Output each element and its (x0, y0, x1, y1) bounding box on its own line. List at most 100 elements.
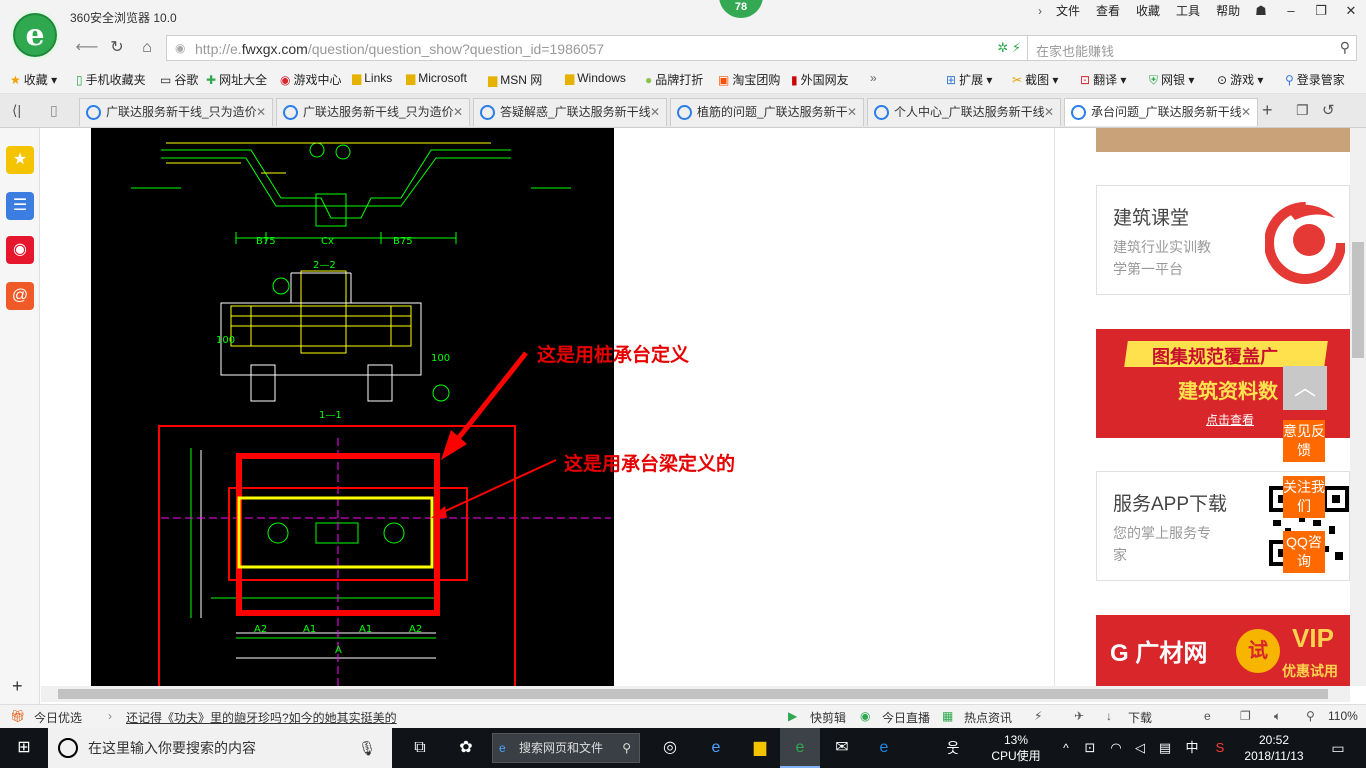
fav-mobile[interactable]: ▯ 手机收藏夹 (76, 71, 146, 88)
browser-logo[interactable]: e (10, 10, 60, 60)
windows-start-icon[interactable]: ⊞ (0, 728, 48, 768)
window-icon[interactable]: ❐ (1240, 709, 1251, 723)
address-bar[interactable]: ◉ http://e.fwxgx.com/question/question_s… (166, 35, 1028, 61)
news-icon[interactable]: ☰ (6, 192, 34, 220)
course-card[interactable]: 建筑课堂 建筑行业实训教 学第一平台 (1096, 185, 1350, 295)
menu-view[interactable]: 查看 (1088, 4, 1128, 18)
back-arrow-icon[interactable]: ⟵ (74, 37, 100, 59)
url-text[interactable]: http://e.fwxgx.com/question/question_sho… (195, 41, 604, 57)
sogou-icon[interactable]: S (1208, 728, 1232, 768)
notification-center-icon[interactable]: ▭ (1318, 728, 1358, 768)
top-banner-partial[interactable] (1096, 128, 1350, 152)
news-label[interactable]: 今日优选 (34, 709, 82, 726)
fav-sites[interactable]: ✚ 网址大全 (206, 71, 267, 88)
favorites-star-icon[interactable]: ★ (6, 146, 34, 174)
tab-2[interactable]: 广联达服务新干线_只为造价 ✕ (276, 98, 470, 126)
fav-google[interactable]: ▭ 谷歌 (160, 71, 198, 88)
fav-foreign[interactable]: ▮ 外国网友 (791, 71, 849, 88)
restore-button[interactable]: ❐ (1306, 0, 1336, 24)
zoom-level[interactable]: 110% (1328, 709, 1358, 723)
browser-360-icon[interactable]: ◎ (650, 728, 690, 768)
accelerate-icon[interactable]: ⚡ (1034, 709, 1042, 723)
menu-tools[interactable]: 工具 (1168, 4, 1208, 18)
ie-mode-icon[interactable]: e (1204, 709, 1211, 723)
tool-screenshot[interactable]: ✂ 截图 ▾ (1012, 71, 1058, 88)
zoom-icon[interactable]: ⚲ (1306, 709, 1315, 723)
people-icon[interactable]: 웃 (936, 728, 970, 768)
close-icon[interactable]: ✕ (1241, 99, 1251, 125)
close-icon[interactable]: ✕ (453, 99, 463, 125)
refresh-icon[interactable]: ↻ (104, 37, 130, 59)
fav-taobao[interactable]: ▣ 淘宝团购 (718, 71, 780, 88)
tab-3[interactable]: 答疑解惑_广联达服务新干线 ✕ (473, 98, 667, 126)
menu-file[interactable]: 文件 (1048, 4, 1088, 18)
minimize-button[interactable]: – (1276, 0, 1306, 24)
tab-scroll-left-icon[interactable]: ⟨| (12, 102, 21, 119)
vertical-scrollbar[interactable] (1350, 128, 1366, 686)
internet-explorer-icon[interactable]: e (696, 728, 736, 768)
close-icon[interactable]: ✕ (847, 99, 857, 125)
pinwheel-icon[interactable]: ✿ (446, 728, 486, 768)
web-search-box[interactable]: e 搜索网页和文件 ⚲ (492, 733, 640, 763)
chevron-up-icon[interactable]: ^ (1056, 728, 1076, 768)
home-icon[interactable]: ⌂ (134, 37, 160, 59)
banner-link[interactable]: 点击查看 (1206, 411, 1254, 428)
fav-links[interactable]: ▆ Links (352, 71, 392, 85)
horizontal-scroll-thumb[interactable] (58, 689, 1328, 699)
wifi-icon[interactable]: ◠ (1104, 728, 1128, 768)
add-sidebar-icon[interactable]: + (12, 676, 23, 697)
menu-favorites[interactable]: 收藏 (1128, 4, 1168, 18)
quick-edit[interactable]: 快剪辑 (810, 709, 846, 726)
taskbar-search-input[interactable]: 在这里输入你要搜索的内容 🎙︎ (48, 728, 392, 768)
volume-icon[interactable]: 🔈︎ (1274, 709, 1281, 724)
new-tab-button[interactable]: + (1262, 100, 1273, 121)
back-to-top-button[interactable]: ︿ (1283, 366, 1327, 410)
tab-1[interactable]: 广联达服务新干线_只为造价 ✕ (79, 98, 273, 126)
vertical-scroll-thumb[interactable] (1352, 242, 1364, 358)
tool-translate[interactable]: ⊡ 翻译 ▾ (1080, 71, 1126, 88)
tool-login[interactable]: ⚲ 登录管家 (1285, 71, 1345, 88)
fav-msn[interactable]: ▆ MSN 网 (488, 71, 542, 88)
hot-news[interactable]: 热点资讯 (964, 709, 1012, 726)
security-shield-icon[interactable]: ✲ ⚡ (997, 40, 1021, 56)
qq-consult-button[interactable]: QQ咨询 (1283, 531, 1325, 573)
tab-4[interactable]: 植筋的问题_广联达服务新干 ✕ (670, 98, 864, 126)
search-input[interactable]: 在家也能赚钱 ⚲ (1027, 35, 1357, 61)
tab-6-active[interactable]: 承台问题_广联达服务新干线 ✕ (1064, 98, 1258, 126)
keyboard-icon[interactable]: ▤ (1152, 728, 1178, 768)
edge-icon[interactable]: e (864, 728, 904, 768)
weibo-icon[interactable]: ◉ (6, 236, 34, 264)
mail-envelope-icon[interactable]: ✉ (822, 728, 862, 768)
chevron-right-icon[interactable]: › (108, 709, 112, 723)
close-icon[interactable]: ✕ (1044, 99, 1054, 125)
notification-badge[interactable]: 78 (719, 0, 763, 18)
browser-360-active-icon[interactable]: e (780, 728, 820, 768)
tab-list-icon[interactable]: ❐ (1296, 102, 1309, 119)
fav-games[interactable]: ◉ 游戏中心 (280, 71, 342, 88)
fav-windows[interactable]: ▆ Windows (565, 71, 626, 85)
more-icon[interactable]: » (870, 71, 877, 85)
follow-us-button[interactable]: 关注我们 (1283, 476, 1325, 518)
tool-games[interactable]: ⊙ 游戏 ▾ (1217, 71, 1263, 88)
close-icon[interactable]: ✕ (650, 99, 660, 125)
file-explorer-icon[interactable]: ▆ (740, 728, 780, 768)
search-icon[interactable]: ⚲ (622, 734, 631, 762)
cpu-usage[interactable]: 13% CPU使用 (986, 732, 1046, 764)
fav-star[interactable]: ★ 收藏 ▾ (10, 71, 57, 88)
gldjc-banner[interactable]: G 广材网 试 VIP 优惠试用 (1096, 615, 1350, 686)
tool-bank[interactable]: ⛨ 网银 ▾ (1149, 71, 1194, 88)
tool-extensions[interactable]: ⊞ 扩展 ▾ (946, 71, 992, 88)
feedback-button[interactable]: 意见反馈 (1283, 420, 1325, 462)
network-icon[interactable]: ⊡ (1078, 728, 1102, 768)
menu-help[interactable]: 帮助 (1208, 4, 1248, 18)
ime-label[interactable]: 中 (1180, 728, 1204, 768)
undo-close-icon[interactable]: ↺ (1322, 101, 1335, 119)
live-today[interactable]: 今日直播 (882, 709, 930, 726)
task-view-icon[interactable]: ⧉ (400, 728, 440, 768)
fav-discount[interactable]: ● 品牌打折 (645, 71, 703, 88)
speaker-icon[interactable]: ◁ (1128, 728, 1152, 768)
horizontal-scrollbar[interactable] (41, 686, 1350, 702)
close-button[interactable]: ✕ (1336, 0, 1366, 24)
chevron-right-icon[interactable]: › (1032, 4, 1048, 18)
tab-5[interactable]: 个人中心_广联达服务新干线 ✕ (867, 98, 1061, 126)
